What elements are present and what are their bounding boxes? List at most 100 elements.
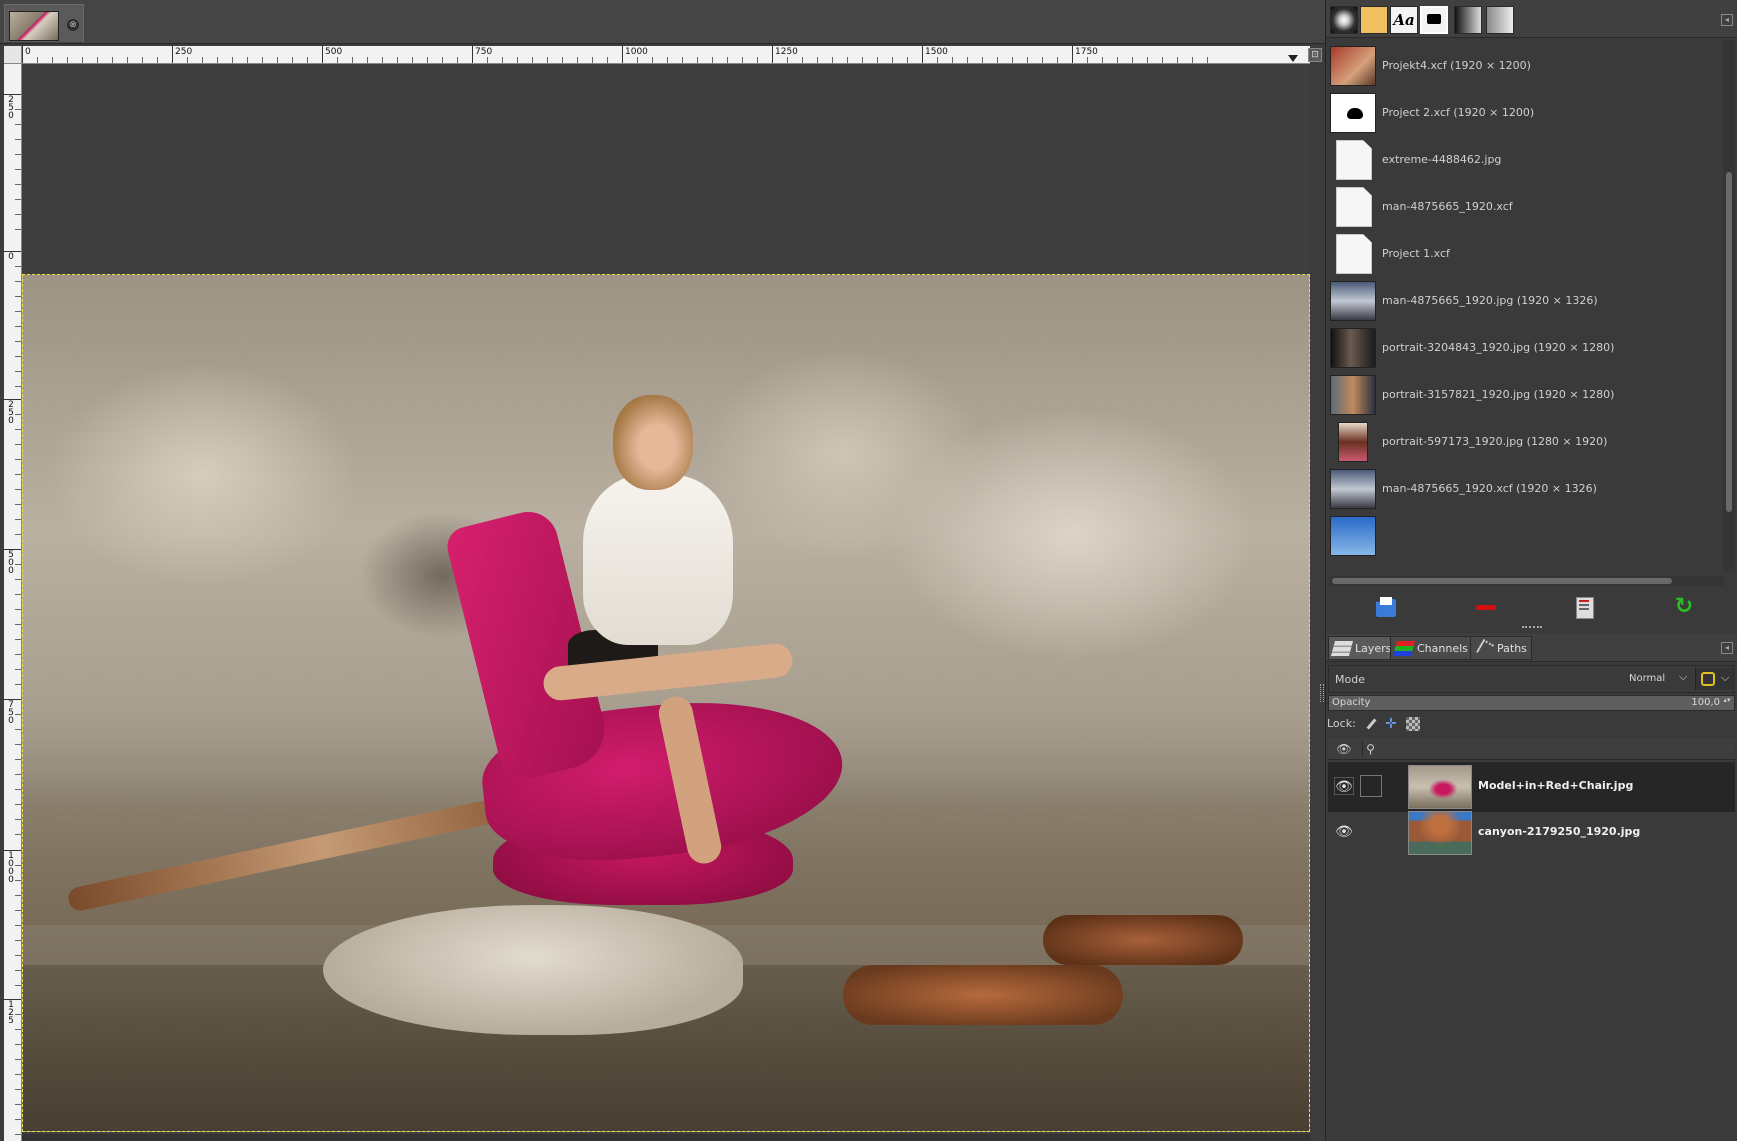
document-list-item[interactable]: Project 1.xcf bbox=[1326, 228, 1722, 280]
ruler-minor-tick bbox=[15, 489, 21, 490]
layer-row[interactable]: 👁 Model+in+Red+Chair.jpg bbox=[1328, 762, 1735, 812]
document-thumbnail bbox=[1336, 187, 1372, 227]
print-icon[interactable] bbox=[1573, 595, 1597, 619]
ruler-minor-tick bbox=[15, 1059, 21, 1060]
scrollbar-thumb[interactable] bbox=[1726, 172, 1732, 512]
lock-row: Lock: ✛ bbox=[1326, 714, 1737, 734]
image-tab[interactable]: ⊗ bbox=[4, 4, 84, 42]
lock-alpha-icon[interactable] bbox=[1406, 717, 1420, 731]
dock-separator-grip[interactable] bbox=[1522, 626, 1542, 630]
visibility-eye-icon[interactable]: 👁 bbox=[1334, 777, 1354, 795]
layers-dock-menu-icon[interactable]: ◂ bbox=[1721, 642, 1733, 654]
close-icon[interactable]: ⊗ bbox=[67, 19, 79, 31]
layer-image-photo[interactable] bbox=[22, 274, 1310, 1132]
ruler-minor-tick bbox=[15, 910, 21, 911]
horizontal-ruler[interactable]: 0 250 500 750 1000 1250 1500 1750 bbox=[22, 46, 1310, 64]
mode-group-switch[interactable]: ⌵ bbox=[1695, 668, 1735, 690]
images-icon[interactable] bbox=[1420, 6, 1448, 34]
ruler-tick-label: 1000 bbox=[625, 47, 648, 57]
palette-icon[interactable] bbox=[1486, 6, 1514, 34]
dock-menu-icon[interactable]: ◂ bbox=[1721, 14, 1733, 26]
image-canvas[interactable] bbox=[22, 64, 1310, 1141]
document-label: Project 2.xcf (1920 × 1200) bbox=[1382, 106, 1535, 119]
document-list-horizontal-scrollbar[interactable] bbox=[1330, 576, 1724, 586]
opacity-slider[interactable]: Opacity 100,0 ▴▾ bbox=[1328, 695, 1735, 711]
ruler-minor-tick bbox=[15, 624, 21, 625]
ruler-minor-tick bbox=[15, 534, 21, 535]
document-list-item[interactable]: Project 2.xcf (1920 × 1200) bbox=[1326, 87, 1722, 139]
ruler-minor-tick bbox=[727, 57, 728, 63]
lock-pixels-icon[interactable] bbox=[1364, 717, 1378, 731]
remove-icon[interactable] bbox=[1474, 595, 1498, 619]
gradient-icon[interactable] bbox=[1454, 6, 1482, 34]
tab-paths[interactable]: Paths bbox=[1470, 636, 1532, 660]
document-history-list[interactable]: Projekt4.xcf (1920 × 1200) Project 2.xcf … bbox=[1326, 40, 1722, 572]
tab-channels-label: Channels bbox=[1417, 642, 1468, 655]
layer-name[interactable]: Model+in+Red+Chair.jpg bbox=[1478, 779, 1633, 792]
document-list-item[interactable]: Projekt4.xcf (1920 × 1200) bbox=[1326, 40, 1722, 92]
document-list-vertical-scrollbar[interactable] bbox=[1723, 40, 1735, 572]
ruler-minor-tick bbox=[15, 970, 21, 971]
refresh-icon[interactable]: ↻ bbox=[1672, 595, 1696, 619]
layer-thumbnail[interactable] bbox=[1408, 811, 1472, 855]
document-label: Project 1.xcf bbox=[1382, 247, 1450, 260]
splitter-grip[interactable] bbox=[1320, 684, 1324, 702]
ruler-tick-label: 1000 bbox=[8, 851, 14, 885]
ruler-minor-tick bbox=[307, 57, 308, 63]
font-icon[interactable]: Aa bbox=[1390, 6, 1418, 34]
document-list-item[interactable]: man-4875665_1920.xcf bbox=[1326, 181, 1722, 233]
layer-mode-row: Mode Normal ⌵ ⌵ bbox=[1328, 665, 1735, 693]
ruler-minor-tick bbox=[15, 214, 21, 215]
image-tab-thumbnail bbox=[9, 11, 59, 41]
opacity-value[interactable]: 100,0 bbox=[1691, 697, 1720, 708]
document-list-item[interactable]: portrait-3204843_1920.jpg (1920 × 1280) bbox=[1326, 322, 1722, 374]
brush-icon[interactable] bbox=[1330, 6, 1358, 34]
ruler-minor-tick bbox=[15, 429, 21, 430]
document-list-item[interactable] bbox=[1326, 510, 1722, 562]
document-list-item[interactable]: extreme-4488462.jpg bbox=[1326, 134, 1722, 186]
layer-name[interactable]: canyon-2179250_1920.jpg bbox=[1478, 825, 1640, 838]
tab-paths-label: Paths bbox=[1497, 642, 1527, 655]
lock-position-icon[interactable]: ✛ bbox=[1384, 717, 1398, 731]
ruler-minor-tick bbox=[15, 1044, 21, 1045]
canvas-horizontal-scrollbar[interactable] bbox=[22, 1134, 1310, 1141]
document-list-item[interactable]: portrait-597173_1920.jpg (1280 × 1920) bbox=[1326, 416, 1722, 468]
ruler-minor-tick bbox=[15, 880, 21, 881]
ruler-minor-tick bbox=[802, 57, 803, 63]
ruler-minor-tick bbox=[532, 57, 533, 63]
pattern-icon[interactable] bbox=[1360, 6, 1388, 34]
visibility-eye-icon[interactable]: 👁 bbox=[1334, 823, 1354, 841]
ruler-minor-tick bbox=[15, 356, 21, 357]
ruler-corner-button[interactable] bbox=[4, 46, 22, 64]
ruler-minor-tick bbox=[1042, 57, 1043, 63]
chain-toggle[interactable] bbox=[1360, 775, 1382, 797]
ruler-major-tick bbox=[622, 46, 623, 63]
eye-icon[interactable]: 👁 bbox=[1336, 741, 1352, 757]
ruler-minor-tick bbox=[232, 57, 233, 63]
open-icon[interactable] bbox=[1374, 595, 1398, 619]
document-list-item[interactable]: man-4875665_1920.xcf (1920 × 1326) bbox=[1326, 463, 1722, 515]
ruler-minor-tick bbox=[862, 57, 863, 63]
opacity-spin-icon[interactable]: ▴▾ bbox=[1722, 697, 1732, 709]
vertical-ruler[interactable]: 250 0 250 500 750 1000 125 bbox=[4, 64, 22, 1141]
navigate-icon[interactable]: ⊡ bbox=[1308, 48, 1322, 62]
document-list-item[interactable]: portrait-3157821_1920.jpg (1920 × 1280) bbox=[1326, 369, 1722, 421]
ruler-minor-tick bbox=[982, 57, 983, 63]
document-thumbnail bbox=[1336, 140, 1372, 180]
tab-layers[interactable]: Layers bbox=[1328, 636, 1397, 660]
ruler-minor-tick bbox=[997, 57, 998, 63]
chevron-down-icon[interactable]: ⌵ bbox=[1679, 670, 1687, 684]
chain-toggle[interactable] bbox=[1360, 821, 1382, 843]
scrollbar-thumb[interactable] bbox=[1332, 578, 1672, 584]
mode-select[interactable]: Normal bbox=[1629, 673, 1665, 684]
ruler-minor-tick bbox=[427, 57, 428, 63]
layer-row[interactable]: 👁 canyon-2179250_1920.jpg bbox=[1328, 808, 1735, 858]
ruler-minor-tick bbox=[15, 684, 21, 685]
layer-thumbnail[interactable] bbox=[1408, 765, 1472, 809]
layers-icon bbox=[1330, 641, 1354, 656]
ruler-minor-tick bbox=[1207, 57, 1208, 63]
document-list-item[interactable]: man-4875665_1920.jpg (1920 × 1326) bbox=[1326, 275, 1722, 327]
tab-channels[interactable]: Channels bbox=[1390, 636, 1473, 660]
ruler-minor-tick bbox=[157, 57, 158, 63]
chain-icon[interactable]: ⚲ bbox=[1362, 741, 1378, 757]
